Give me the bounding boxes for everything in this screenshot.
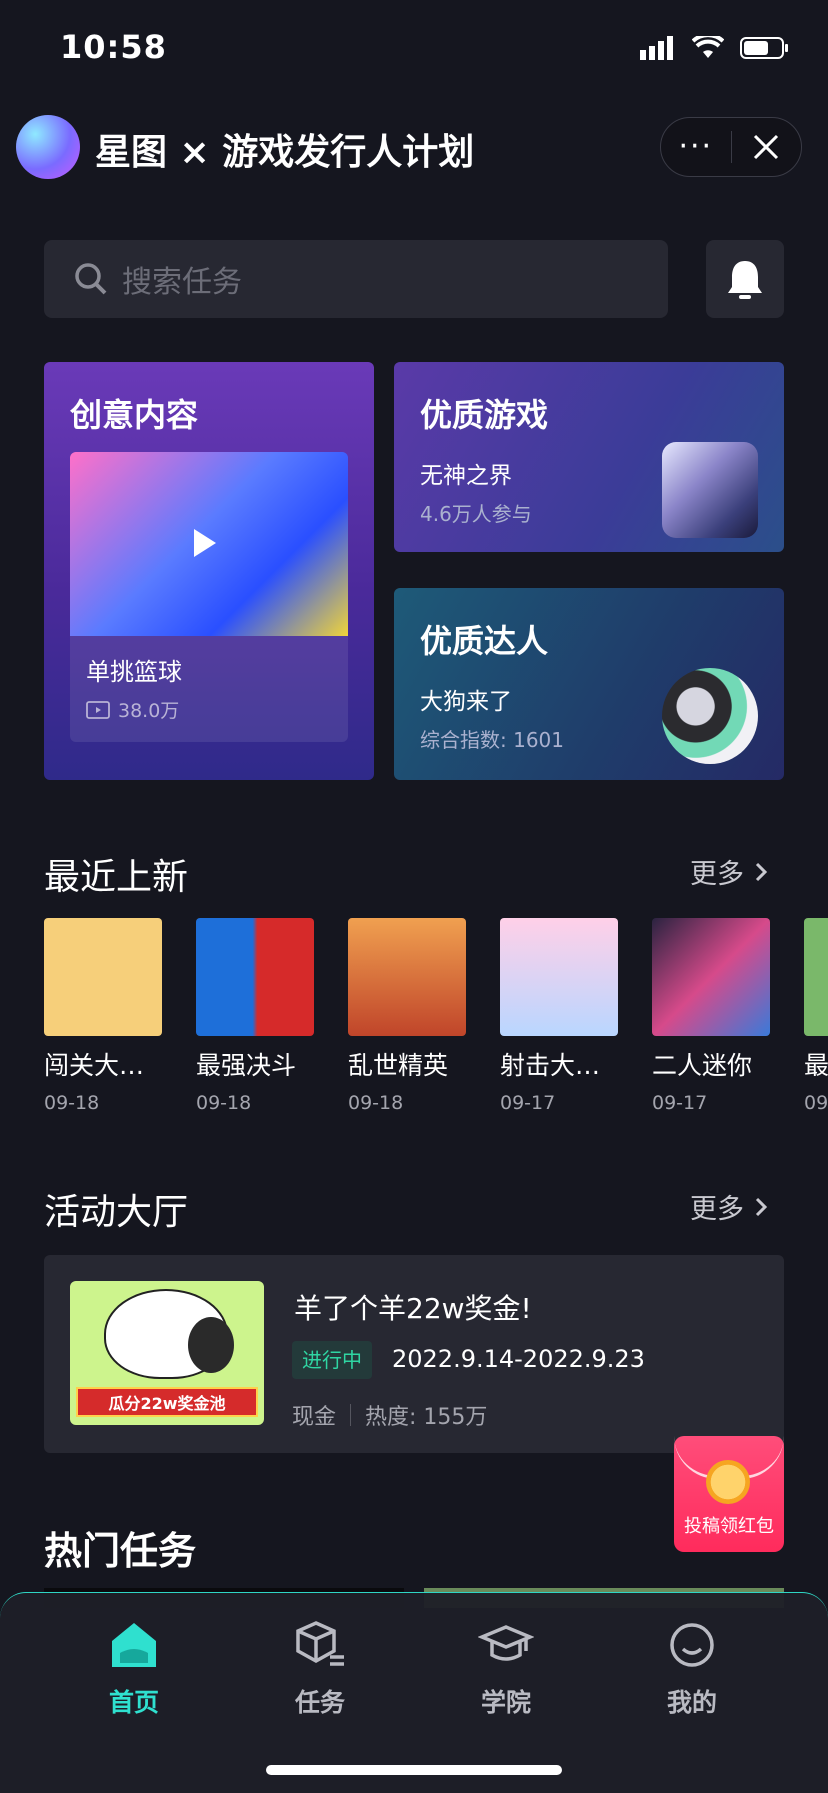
game-card-title: 优质游戏 [420,396,549,434]
recent-date: 09-17 [500,1092,556,1114]
play-icon [194,529,216,557]
game-name: 无神之界 [420,463,512,489]
recent-thumbnail [652,918,770,1036]
events-more-label: 更多 [690,1194,744,1225]
prize-banner: 瓜分22w奖金池 [76,1387,258,1417]
video-title: 单挑篮球 [86,658,182,686]
graduation-cap-icon [477,1625,535,1661]
video-icon [86,700,110,719]
home-indicator [266,1765,562,1775]
recent-more-link[interactable]: 更多 [690,852,768,891]
tab-home[interactable]: 首页 [74,1617,194,1719]
status-time: 10:58 [60,28,167,66]
recent-thumbnail [196,918,314,1036]
creator-avatar [662,668,758,764]
creator-card-title: 优质达人 [420,622,549,660]
close-icon [754,134,779,160]
recent-item[interactable]: 闯关大… 09-18 [44,918,162,1114]
bottom-tab-bar: 首页 任务 学院 我的 [0,1592,828,1793]
bell-icon [728,261,762,299]
search-bar[interactable]: 搜索任务 [44,240,668,318]
app-title: 星图 × 游戏发行人计划 [95,132,475,173]
creative-video-card[interactable]: 单挑篮球 38.0万 [70,452,348,742]
tab-academy[interactable]: 学院 [446,1617,566,1719]
recent-thumbnail [348,918,466,1036]
creative-card-title: 创意内容 [70,396,199,434]
recent-name: 二人迷你 [652,1051,753,1080]
meta-divider [350,1404,352,1426]
event-dates: 2022.9.14-2022.9.23 [392,1345,645,1373]
coin-icon [706,1460,750,1504]
recent-thumbnail [500,918,618,1036]
heat-value: 热度: 155万 [365,1405,488,1430]
recent-item[interactable]: 最 09 [804,918,828,1114]
task-box-icon [296,1621,344,1666]
tab-profile[interactable]: 我的 [632,1617,752,1719]
sheep-head [188,1317,234,1373]
recent-name: 最强决斗 [196,1051,297,1080]
play-count-value: 38.0万 [118,700,180,722]
tab-tasks-label: 任务 [294,1688,345,1717]
hot-tasks-title: 热门任务 [44,1529,197,1573]
wifi-icon [692,36,724,58]
tab-home-label: 首页 [108,1688,159,1717]
recent-date: 09-17 [652,1092,708,1114]
recent-item[interactable]: 乱世精英 09-18 [348,918,466,1114]
recent-name: 最 [804,1051,828,1080]
event-meta: 现金 热度: 155万 [292,1399,487,1431]
app-logo [16,115,80,179]
status-badge: 进行中 [292,1341,372,1379]
recent-thumbnail [44,918,162,1036]
red-packet-label: 投稿领红包 [684,1516,774,1537]
status-icons [640,36,790,60]
event-title: 羊了个羊22w奖金! [294,1292,532,1325]
mini-program-capsule: ··· [660,117,802,177]
video-play-count: 38.0万 [86,696,179,723]
quality-game-card[interactable]: 优质游戏 无神之界 4.6万人参与 [394,362,784,552]
tab-tasks[interactable]: 任务 [260,1617,380,1719]
events-section-title: 活动大厅 [44,1192,189,1233]
home-icon [112,1623,156,1667]
tab-profile-label: 我的 [666,1688,717,1717]
recent-section-title: 最近上新 [44,857,189,898]
event-card[interactable]: 瓜分22w奖金池 羊了个羊22w奖金! 进行中 2022.9.14-2022.9… [44,1255,784,1453]
recent-name: 乱世精英 [348,1051,449,1080]
recent-thumbnail [804,918,828,1036]
recent-item[interactable]: 二人迷你 09-17 [652,918,770,1114]
creative-content-card[interactable]: 创意内容 单挑篮球 38.0万 [44,362,374,780]
recent-more-label: 更多 [690,859,744,890]
chevron-right-icon [755,1197,768,1216]
recent-name: 射击大… [500,1051,601,1080]
smiley-icon [670,1623,714,1667]
recent-name: 闯关大… [44,1051,145,1080]
video-thumbnail [70,452,348,636]
recent-item[interactable]: 射击大… 09-17 [500,918,618,1114]
recent-date: 09-18 [196,1092,252,1114]
notification-button[interactable] [706,240,784,318]
search-placeholder: 搜索任务 [122,265,242,300]
reward-type: 现金 [292,1405,337,1430]
close-button[interactable] [732,133,802,161]
game-thumbnail [662,442,758,538]
creator-score: 综合指数: 1601 [420,728,564,752]
recent-games-list: 闯关大… 09-18 最强决斗 09-18 乱世精英 09-18 射击大… 09… [44,918,828,1118]
event-thumbnail: 瓜分22w奖金池 [70,1281,264,1425]
search-icon [75,263,107,295]
recent-date: 09-18 [44,1092,100,1114]
chevron-right-icon [755,862,768,881]
creator-name: 大狗来了 [420,689,512,715]
events-more-link[interactable]: 更多 [690,1187,768,1226]
cellular-signal-icon [640,36,673,60]
more-button[interactable]: ··· [661,118,731,176]
red-packet-button[interactable]: 投稿领红包 [674,1436,784,1552]
recent-date: 09-18 [348,1092,404,1114]
recent-item[interactable]: 最强决斗 09-18 [196,918,314,1114]
tab-academy-label: 学院 [480,1688,531,1717]
battery-icon [740,37,788,59]
game-participants: 4.6万人参与 [420,502,532,526]
recent-date: 09 [804,1092,828,1114]
quality-creator-card[interactable]: 优质达人 大狗来了 综合指数: 1601 [394,588,784,780]
